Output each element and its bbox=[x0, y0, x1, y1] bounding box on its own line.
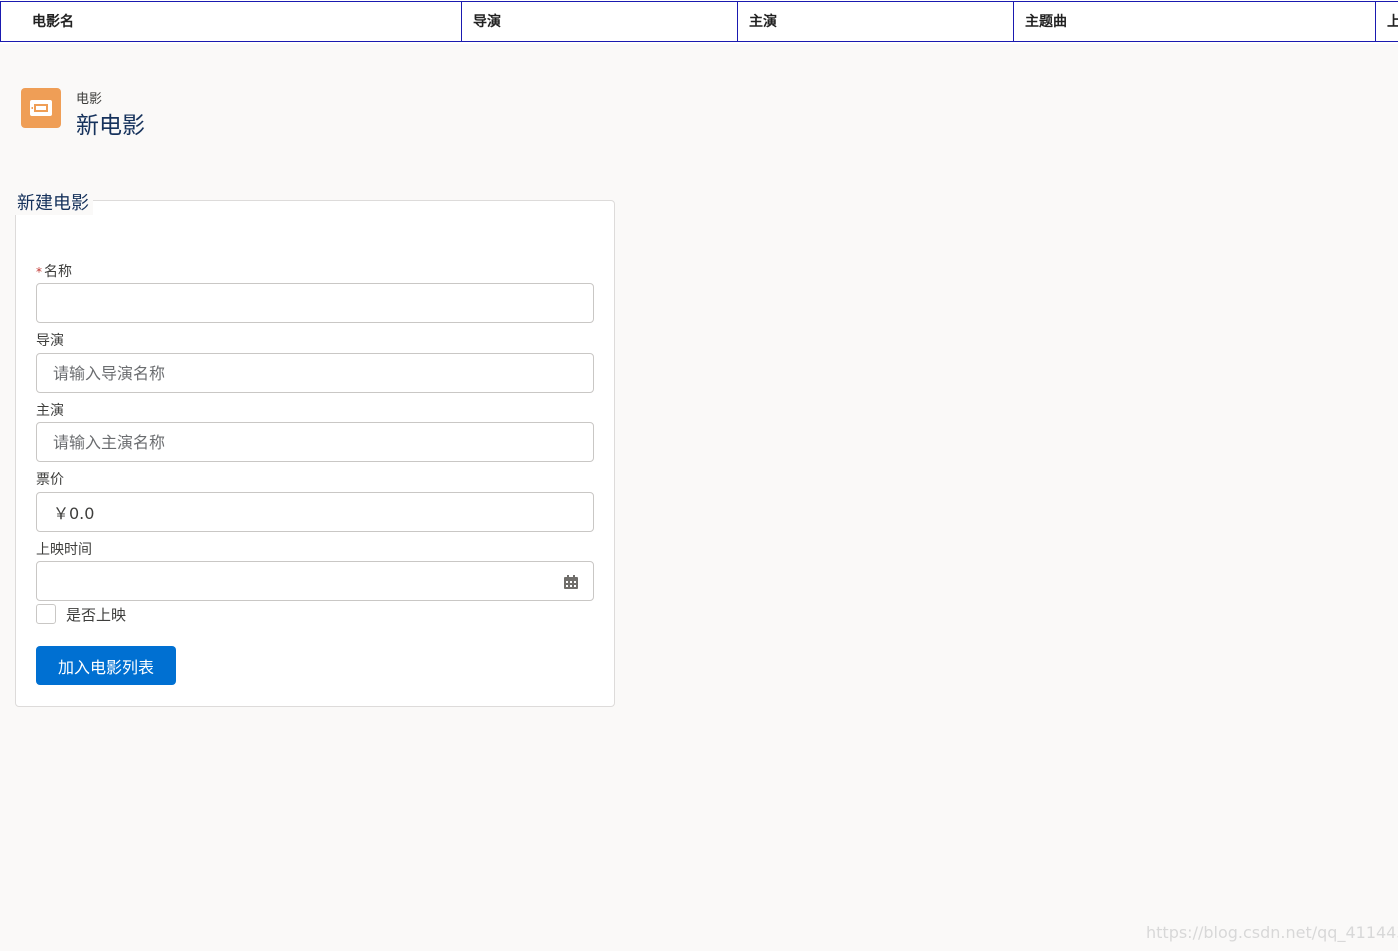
director-input[interactable] bbox=[36, 353, 594, 393]
required-mark: * bbox=[36, 265, 42, 279]
price-input[interactable] bbox=[36, 492, 594, 532]
column-header-movie-name[interactable]: 电影名 bbox=[0, 1, 463, 42]
is-showing-label: 是否上映 bbox=[66, 606, 127, 624]
director-label: 导演 bbox=[36, 333, 64, 349]
price-label: 票价 bbox=[36, 472, 64, 488]
release-date-input[interactable] bbox=[36, 561, 594, 601]
calendar-icon[interactable] bbox=[563, 574, 579, 590]
actor-label: 主演 bbox=[36, 403, 64, 419]
add-to-movie-list-button[interactable]: 加入电影列表 bbox=[36, 646, 176, 685]
release-date-label: 上映时间 bbox=[36, 542, 92, 558]
name-label: * 名称 bbox=[36, 264, 72, 280]
actor-input[interactable] bbox=[36, 422, 594, 462]
is-showing-checkbox[interactable] bbox=[36, 604, 56, 624]
form-legend: 新建电影 bbox=[15, 189, 93, 215]
column-header-actor[interactable]: 主演 bbox=[737, 1, 1015, 42]
movie-icon bbox=[21, 88, 61, 128]
object-label: 电影 bbox=[76, 92, 103, 107]
column-header-release[interactable]: 上 bbox=[1375, 1, 1398, 42]
watermark: https://blog.csdn.net/qq_41144305 bbox=[1146, 923, 1398, 942]
column-header-theme-song[interactable]: 主题曲 bbox=[1013, 1, 1377, 42]
column-header-director[interactable]: 导演 bbox=[461, 1, 739, 42]
movie-table-header: 电影名 导演 主演 主题曲 上 bbox=[0, 0, 1398, 44]
page-title: 新电影 bbox=[76, 113, 145, 139]
name-input[interactable] bbox=[36, 283, 594, 323]
